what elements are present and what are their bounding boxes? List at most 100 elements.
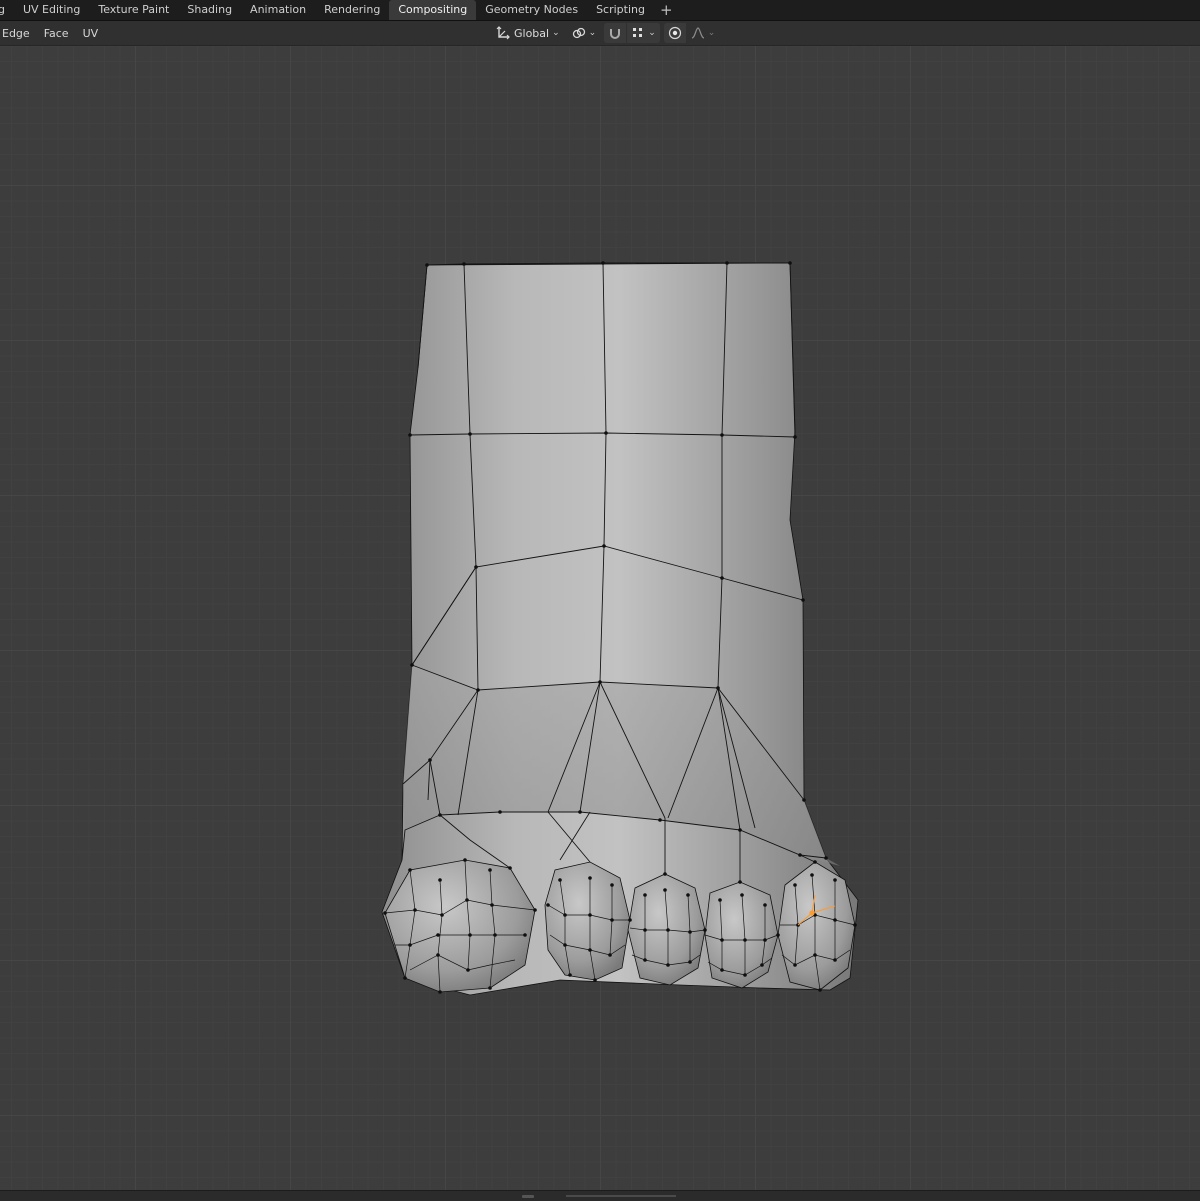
mesh-vertex[interactable] bbox=[578, 810, 582, 814]
mesh-vertex[interactable] bbox=[802, 798, 806, 802]
mesh-vertex[interactable] bbox=[810, 873, 814, 877]
mesh-vertex[interactable] bbox=[658, 818, 662, 822]
mesh-vertex[interactable] bbox=[604, 431, 608, 435]
tab-geometry-nodes[interactable]: Geometry Nodes bbox=[476, 0, 587, 20]
mesh-vertex[interactable] bbox=[793, 963, 797, 967]
mesh-vertex[interactable] bbox=[763, 938, 767, 942]
mesh-vertex[interactable] bbox=[476, 688, 480, 692]
mesh-vertex[interactable] bbox=[468, 933, 472, 937]
mesh-vertex[interactable] bbox=[593, 978, 597, 982]
mesh-vertex[interactable] bbox=[468, 432, 472, 436]
tab-g[interactable]: g bbox=[0, 0, 14, 20]
mesh-vertex[interactable] bbox=[546, 903, 550, 907]
mesh-vertex[interactable] bbox=[601, 261, 605, 265]
mesh-vertex[interactable] bbox=[598, 680, 602, 684]
mesh-vertex[interactable] bbox=[686, 893, 690, 897]
mesh-vertex[interactable] bbox=[493, 933, 497, 937]
mesh-vertex[interactable] bbox=[568, 973, 572, 977]
mesh-vertex[interactable] bbox=[663, 872, 667, 876]
mesh-vertex[interactable] bbox=[410, 663, 414, 667]
mesh-vertex[interactable] bbox=[608, 953, 612, 957]
mesh-vertex[interactable] bbox=[488, 868, 492, 872]
mesh-vertex[interactable] bbox=[588, 948, 592, 952]
menu-face[interactable]: Face bbox=[37, 27, 76, 40]
mesh-vertex[interactable] bbox=[498, 810, 502, 814]
mesh-vertex[interactable] bbox=[720, 576, 724, 580]
mesh-vertex[interactable] bbox=[743, 938, 747, 942]
mesh-vertex[interactable] bbox=[588, 876, 592, 880]
mesh-vertex[interactable] bbox=[428, 758, 432, 762]
falloff-dropdown[interactable]: ⌄ bbox=[687, 23, 720, 43]
mesh-vertex[interactable] bbox=[474, 565, 478, 569]
mesh-vertex[interactable] bbox=[463, 858, 467, 862]
mesh-vertex[interactable] bbox=[438, 878, 442, 882]
mesh-vertex[interactable] bbox=[703, 928, 707, 932]
mesh-vertex[interactable] bbox=[743, 973, 747, 977]
mesh-vertex[interactable] bbox=[833, 918, 837, 922]
mesh-vertex[interactable] bbox=[801, 598, 805, 602]
mesh-vertex[interactable] bbox=[738, 880, 742, 884]
mesh-vertex[interactable] bbox=[643, 958, 647, 962]
mesh-vertex[interactable] bbox=[610, 918, 614, 922]
mesh-vertex[interactable] bbox=[813, 860, 817, 864]
mesh-vertex[interactable] bbox=[718, 898, 722, 902]
mesh-vertex[interactable] bbox=[725, 261, 729, 265]
transform-orientation-dropdown[interactable]: Global ⌄ bbox=[492, 23, 564, 43]
mesh-vertex[interactable] bbox=[738, 828, 742, 832]
mesh-vertex[interactable] bbox=[462, 262, 466, 266]
add-workspace-button[interactable]: + bbox=[654, 0, 679, 20]
mesh-vertex[interactable] bbox=[793, 883, 797, 887]
mesh-vertex[interactable] bbox=[610, 883, 614, 887]
mesh-vertex[interactable] bbox=[508, 866, 512, 870]
mesh-vertex[interactable] bbox=[666, 963, 670, 967]
mesh-vertex[interactable] bbox=[408, 433, 412, 437]
mesh-vertex[interactable] bbox=[436, 933, 440, 937]
mesh-vertex[interactable] bbox=[663, 888, 667, 892]
mesh-vertex[interactable] bbox=[523, 933, 527, 937]
mesh-vertex[interactable] bbox=[788, 261, 792, 265]
tab-animation[interactable]: Animation bbox=[241, 0, 315, 20]
mesh-vertex[interactable] bbox=[776, 933, 780, 937]
mesh-vertex[interactable] bbox=[833, 878, 837, 882]
mesh-vertex[interactable] bbox=[760, 963, 764, 967]
mesh-vertex[interactable] bbox=[763, 903, 767, 907]
mesh-vertex[interactable] bbox=[408, 868, 412, 872]
mesh-vertex[interactable] bbox=[628, 918, 632, 922]
tab-texture-paint[interactable]: Texture Paint bbox=[89, 0, 178, 20]
mesh-vertex[interactable] bbox=[833, 958, 837, 962]
proportional-edit-toggle[interactable] bbox=[663, 23, 686, 43]
mesh-vertex[interactable] bbox=[720, 938, 724, 942]
mesh-vertex[interactable] bbox=[643, 893, 647, 897]
mesh-vertex[interactable] bbox=[666, 928, 670, 932]
mesh-vertex[interactable] bbox=[563, 943, 567, 947]
mesh-vertex[interactable] bbox=[853, 923, 857, 927]
mesh-vertex[interactable] bbox=[383, 911, 387, 915]
mesh-vertex[interactable] bbox=[440, 913, 444, 917]
mesh-vertex[interactable] bbox=[688, 960, 692, 964]
mesh-vertex[interactable] bbox=[740, 893, 744, 897]
mesh-vertex[interactable] bbox=[720, 433, 724, 437]
mesh-vertex[interactable] bbox=[436, 953, 440, 957]
resize-handle[interactable] bbox=[522, 1195, 534, 1198]
3d-viewport[interactable] bbox=[0, 46, 1200, 1190]
mesh-vertex[interactable] bbox=[716, 686, 720, 690]
mesh-vertex[interactable] bbox=[438, 990, 442, 994]
mesh-vertex[interactable] bbox=[818, 988, 822, 992]
mesh-vertex[interactable] bbox=[413, 908, 417, 912]
mesh-vertex[interactable] bbox=[425, 263, 429, 267]
mesh-vertex[interactable] bbox=[720, 968, 724, 972]
mesh-vertex[interactable] bbox=[438, 813, 442, 817]
mesh-vertex[interactable] bbox=[466, 968, 470, 972]
mesh-vertex[interactable] bbox=[602, 544, 606, 548]
menu-edge[interactable]: Edge bbox=[0, 27, 37, 40]
mesh-vertex[interactable] bbox=[408, 943, 412, 947]
mesh-vertex[interactable] bbox=[563, 913, 567, 917]
foot-mesh[interactable] bbox=[0, 46, 1200, 1190]
mesh-vertex[interactable] bbox=[643, 928, 647, 932]
tab-compositing[interactable]: Compositing bbox=[389, 0, 477, 20]
tab-shading[interactable]: Shading bbox=[178, 0, 241, 20]
mesh-vertex[interactable] bbox=[490, 903, 494, 907]
mesh-vertex[interactable] bbox=[793, 435, 797, 439]
menu-uv[interactable]: UV bbox=[76, 27, 106, 40]
mesh-vertex[interactable] bbox=[813, 953, 817, 957]
